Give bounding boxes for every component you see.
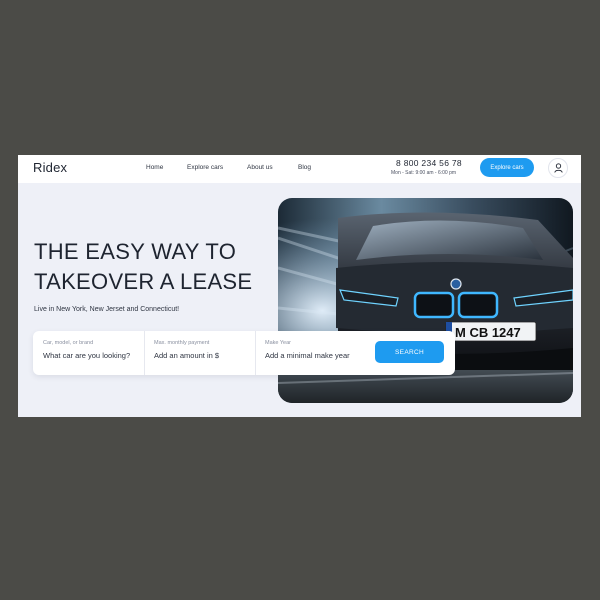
car-field: Car, model, or brand: [43, 331, 143, 375]
nav-home[interactable]: Home: [146, 164, 163, 171]
year-field: Make Year: [265, 331, 370, 375]
year-field-label: Make Year: [265, 340, 291, 346]
divider: [255, 331, 256, 375]
license-plate: M CB 1247: [455, 325, 521, 340]
divider: [144, 331, 145, 375]
working-hours: Mon - Sat: 9:00 am - 6:00 pm: [391, 170, 457, 176]
payment-field-label: Max. monthly payment: [154, 340, 210, 346]
user-icon: [553, 163, 563, 173]
hero-headline: THE EASY WAY TO TAKEOVER A LEASE: [34, 237, 252, 297]
profile-button[interactable]: [548, 158, 568, 178]
payment-field: Max. monthly payment: [154, 331, 254, 375]
nav-blog[interactable]: Blog: [298, 164, 311, 171]
hero-tagline: Live in New York, New Jerset and Connect…: [34, 306, 180, 313]
nav-about-us[interactable]: About us: [247, 164, 273, 171]
headline-line-2: TAKEOVER A LEASE: [34, 269, 253, 294]
phone-number[interactable]: 8 800 234 56 78: [396, 158, 462, 168]
headline-line-1: THE EASY WAY TO: [34, 239, 237, 264]
logo[interactable]: Ridex: [33, 160, 67, 175]
car-field-label: Car, model, or brand: [43, 340, 94, 346]
search-button[interactable]: SEARCH: [375, 341, 444, 363]
explore-cars-button[interactable]: Explore cars: [480, 158, 534, 177]
nav-explore-cars[interactable]: Explore cars: [187, 164, 223, 171]
year-input[interactable]: [265, 351, 370, 360]
landing-page: Ridex Home Explore cars About us Blog 8 …: [18, 155, 581, 417]
header: Ridex Home Explore cars About us Blog 8 …: [18, 155, 581, 183]
payment-input[interactable]: [154, 351, 254, 360]
car-input[interactable]: [43, 351, 143, 360]
search-bar: Car, model, or brand Max. monthly paymen…: [33, 331, 455, 375]
